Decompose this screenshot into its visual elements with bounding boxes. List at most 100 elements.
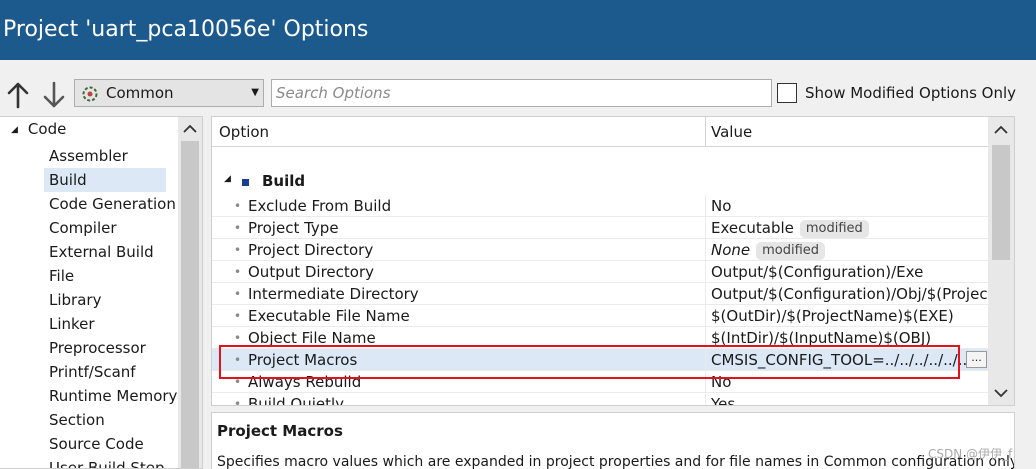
property-value[interactable]: Yes bbox=[711, 393, 987, 406]
property-name: Exclude From Build bbox=[248, 197, 392, 215]
property-name: Build Quietly bbox=[248, 395, 345, 406]
window-titlebar: Project 'uart_pca10056e' Options bbox=[0, 0, 1036, 60]
property-row[interactable]: • Intermediate Directory Output/$(Configur… bbox=[212, 283, 988, 305]
property-row[interactable]: • Executable File Name $(OutDir)/$(Project… bbox=[212, 305, 988, 327]
section-build[interactable]: ◢ Build bbox=[212, 169, 988, 193]
show-modified-label: Show Modified Options Only bbox=[805, 84, 1017, 102]
property-row[interactable]: • Project Macros CMSIS_CONFIG_TOOL=../../.… bbox=[212, 349, 988, 371]
property-value-text: $(IntDir)/$(InputName)$(OBJ) bbox=[711, 329, 932, 347]
property-name: Project Macros bbox=[248, 351, 358, 369]
property-row[interactable]: • Output Directory Output/$(Configuration)… bbox=[212, 261, 988, 283]
tree-item-assembler[interactable]: Assembler bbox=[44, 144, 166, 168]
configuration-selected: Common bbox=[106, 84, 174, 102]
property-row[interactable]: • Always Rebuild No bbox=[212, 371, 988, 393]
tree-item-user-build-step[interactable]: User Build Step bbox=[44, 456, 166, 468]
tree-item-external-build[interactable]: External Build bbox=[44, 240, 166, 264]
modified-badge: modified bbox=[756, 242, 826, 260]
chevron-down-icon: ▼ bbox=[251, 87, 259, 98]
tree-item-printf-scanf[interactable]: Printf/Scanf bbox=[44, 360, 166, 384]
property-name: Object File Name bbox=[248, 329, 376, 347]
property-name: Project Directory bbox=[248, 241, 374, 259]
grid-scrollbar[interactable] bbox=[988, 117, 1014, 405]
tree-item-runtime-memory[interactable]: Runtime Memory bbox=[44, 384, 177, 408]
property-value-text: Executable bbox=[711, 219, 794, 237]
grid-scrollbar-thumb[interactable] bbox=[992, 145, 1010, 260]
tree-item-file[interactable]: File bbox=[44, 264, 166, 288]
column-divider bbox=[705, 261, 706, 283]
search-options-input[interactable] bbox=[271, 79, 772, 107]
bullet-icon: • bbox=[234, 309, 242, 323]
property-value-text: Output/$(Configuration)/Exe bbox=[711, 263, 924, 281]
property-value[interactable]: $(OutDir)/$(ProjectName)$(EXE) bbox=[711, 305, 987, 327]
tree-item-preprocessor[interactable]: Preprocessor bbox=[44, 336, 166, 360]
tree-item-library[interactable]: Library bbox=[44, 288, 166, 312]
column-divider bbox=[705, 327, 706, 349]
edit-value-button[interactable]: ... bbox=[966, 351, 987, 368]
tree-item-code-generation[interactable]: Code Generation bbox=[44, 192, 176, 216]
property-value[interactable]: Executable modified bbox=[711, 217, 987, 239]
tree-item-linker[interactable]: Linker bbox=[44, 312, 166, 336]
property-value-text: Output/$(Configuration)/Obj/$(ProjectNam… bbox=[711, 285, 987, 303]
scroll-up-icon[interactable] bbox=[181, 121, 199, 137]
bullet-icon: • bbox=[234, 397, 242, 406]
move-up-button[interactable] bbox=[4, 80, 32, 110]
move-down-button[interactable] bbox=[40, 80, 68, 110]
bullet-icon: • bbox=[234, 265, 242, 279]
property-value-text: No bbox=[711, 197, 732, 215]
modified-badge: modified bbox=[799, 220, 869, 238]
tree-item-compiler[interactable]: Compiler bbox=[44, 216, 166, 240]
property-value[interactable]: Output/$(Configuration)/Obj/$(ProjectNam… bbox=[711, 283, 987, 305]
configuration-dropdown[interactable]: Common ▼ bbox=[74, 79, 264, 107]
property-name: Output Directory bbox=[248, 263, 375, 281]
column-header-option[interactable]: Option bbox=[219, 117, 269, 146]
property-value-text: Yes bbox=[711, 395, 736, 406]
scroll-down-icon[interactable] bbox=[992, 385, 1010, 401]
window-title: Project 'uart_pca10056e' Options bbox=[3, 17, 369, 42]
property-value-text: $(OutDir)/$(ProjectName)$(EXE) bbox=[711, 307, 954, 325]
property-value-text: No bbox=[711, 373, 732, 391]
bullet-icon: • bbox=[234, 287, 242, 301]
property-name: Always Rebuild bbox=[248, 373, 362, 391]
column-divider bbox=[705, 239, 706, 261]
tree-scrollbar[interactable] bbox=[178, 117, 202, 468]
property-value[interactable]: None modified bbox=[711, 239, 987, 261]
bullet-icon: • bbox=[234, 375, 242, 389]
property-name: Intermediate Directory bbox=[248, 285, 419, 303]
arrow-down-icon bbox=[43, 81, 65, 108]
property-value[interactable]: Output/$(Configuration)/Exe bbox=[711, 261, 987, 283]
tree-scrollbar-thumb[interactable] bbox=[181, 141, 199, 468]
description-title: Project Macros bbox=[217, 422, 343, 440]
bullet-icon: • bbox=[234, 243, 242, 257]
tree-root-code[interactable]: ◢ Code bbox=[11, 120, 66, 138]
show-modified-checkbox[interactable] bbox=[777, 83, 797, 103]
property-value[interactable]: No bbox=[711, 195, 987, 217]
options-grid: Option Value ◢ Build • Exclude From Build… bbox=[211, 116, 1015, 406]
bullet-icon: • bbox=[234, 331, 242, 345]
property-row[interactable]: • Project Directory None modified bbox=[212, 239, 988, 261]
column-header-value[interactable]: Value bbox=[711, 117, 752, 146]
description-pane: Project Macros Specifies macro values wh… bbox=[211, 412, 1015, 469]
tree-item-build[interactable]: Build bbox=[44, 168, 166, 192]
tree-item-section[interactable]: Section bbox=[44, 408, 166, 432]
property-row[interactable]: • Object File Name $(IntDir)/$(InputName)$… bbox=[212, 327, 988, 349]
property-value[interactable]: No bbox=[711, 371, 987, 393]
caret-down-icon: ◢ bbox=[11, 125, 18, 135]
tree-item-source-code[interactable]: Source Code bbox=[44, 432, 166, 456]
column-divider[interactable] bbox=[705, 117, 706, 146]
bullet-icon: • bbox=[234, 221, 242, 235]
property-value[interactable]: $(IntDir)/$(InputName)$(OBJ) bbox=[711, 327, 987, 349]
property-value[interactable]: CMSIS_CONFIG_TOOL=../../../../../../exte… bbox=[711, 349, 987, 371]
scroll-up-icon[interactable] bbox=[992, 122, 1010, 138]
bullet-icon: • bbox=[234, 353, 242, 367]
property-rows: • Exclude From Build No • Project Type Execut… bbox=[212, 195, 988, 406]
caret-down-icon: ◢ bbox=[224, 174, 231, 184]
tree-item-list: Assembler Build Code Generation Compiler Ext… bbox=[44, 144, 177, 468]
column-divider bbox=[705, 283, 706, 305]
property-row[interactable]: • Build Quietly Yes bbox=[212, 393, 988, 406]
property-row[interactable]: • Exclude From Build No bbox=[212, 195, 988, 217]
tree-root-label: Code bbox=[27, 120, 67, 138]
property-row[interactable]: • Project Type Executable modified bbox=[212, 217, 988, 239]
property-value-text: None bbox=[711, 241, 751, 259]
column-divider bbox=[705, 349, 706, 371]
property-name: Executable File Name bbox=[248, 307, 410, 325]
